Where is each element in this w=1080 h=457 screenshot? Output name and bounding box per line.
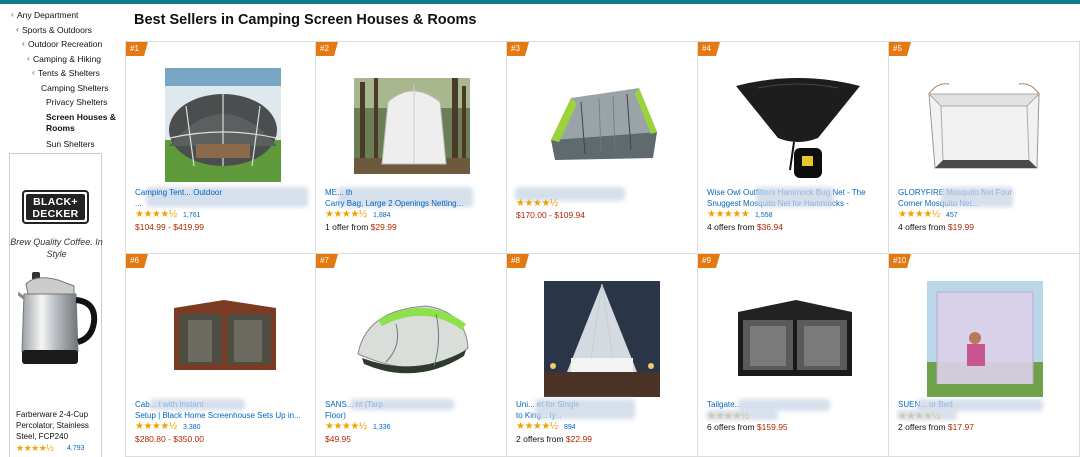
blurred-rating — [706, 410, 778, 420]
product-title[interactable]: ME... th Carry Bag, Large 2 Openings Nett… — [325, 187, 497, 209]
chevron-left-icon: ‹ — [16, 24, 19, 34]
blurred-rating — [897, 410, 957, 420]
product-card[interactable]: #3 ★★★★½ $170.00 - $109.94 — [507, 42, 698, 254]
page-title: Best Sellers in Camping Screen Houses & … — [134, 12, 477, 28]
star-rating: ★★★★½ — [325, 209, 367, 220]
review-count[interactable]: 1,761 — [183, 211, 201, 220]
blurred-title — [535, 399, 635, 419]
product-image[interactable] — [316, 254, 507, 399]
product-title[interactable]: Camping Tent... Outdoor... — [135, 187, 307, 209]
sidebar-item-any-department[interactable]: ‹ Any Department — [0, 8, 120, 23]
review-count[interactable]: 894 — [564, 423, 576, 432]
blurred-title — [350, 399, 454, 410]
product-card[interactable]: #1 Camping Tent... Outdoor... ★★★★½ 1,76… — [125, 42, 316, 254]
sidebar-item-privacy-shelters[interactable]: Privacy Shelters — [0, 95, 120, 110]
chevron-left-icon: ‹ — [27, 53, 30, 63]
product-card[interactable]: #8 Uni... et for Singleto King... ly... … — [507, 254, 698, 457]
chevron-left-icon: ‹ — [11, 10, 14, 19]
product-image[interactable] — [698, 42, 889, 187]
product-card[interactable]: #5 GLORYFIRE Mosquito Net FourCorner Mos… — [889, 42, 1080, 254]
star-rating: ★★★★½ — [898, 209, 940, 220]
product-image[interactable] — [507, 42, 698, 187]
price: $104.99 - $419.99 — [135, 222, 205, 232]
sidebar-item-screen-houses-rooms: Screen Houses & Rooms — [46, 111, 116, 134]
ad-tagline: Brew Quality Coffee. In Style — [10, 237, 103, 259]
top-accent-bar — [0, 0, 1080, 4]
price: $49.95 — [325, 434, 351, 444]
sidebar-item-tents-shelters[interactable]: ‹ Tents & Shelters — [0, 66, 120, 81]
product-image[interactable] — [507, 254, 698, 399]
review-count[interactable]: 1,884 — [373, 211, 391, 220]
product-image[interactable] — [698, 254, 889, 399]
review-count[interactable]: 1,336 — [373, 423, 391, 432]
product-card[interactable]: #9 Tailgate... ★★★★½ 6 offers from $159.… — [698, 254, 889, 457]
product-card[interactable]: #6 Cab... t with InstantSetup | Black Ho… — [125, 254, 316, 457]
black-decker-logo: BLACK+ DECKER — [22, 190, 89, 224]
review-count[interactable]: 1,558 — [755, 211, 773, 220]
star-rating: ★★★★½ — [516, 421, 558, 432]
sidebar-item-outdoor-recreation[interactable]: ‹ Outdoor Recreation — [0, 37, 120, 52]
product-image[interactable] — [889, 254, 1080, 399]
star-rating: ★★★★½ — [135, 209, 177, 220]
star-rating: ★★★★½ — [325, 421, 367, 432]
price: 2 offers from $22.99 — [516, 434, 592, 444]
sidebar-item-camping-hiking[interactable]: ‹ Camping & Hiking — [0, 52, 120, 67]
star-rating: ★★★★½ — [516, 198, 558, 209]
blurred-title — [150, 399, 245, 410]
sponsored-ad[interactable]: BLACK+ DECKER Brew Quality Coffee. In Sty… — [9, 153, 103, 457]
percolator-image — [18, 272, 98, 364]
price: 2 offers from $17.97 — [898, 422, 974, 432]
sidebar-item-sports-outdoors[interactable]: ‹ Sports & Outdoors — [0, 23, 120, 38]
product-image[interactable] — [889, 42, 1080, 187]
price: $170.00 - $109.94 — [516, 210, 586, 220]
review-count[interactable]: 457 — [946, 211, 958, 220]
review-count[interactable]: 4,793 — [67, 445, 85, 452]
product-card[interactable]: #4 Wise Owl Outfitters Hammock Bug Net -… — [698, 42, 889, 254]
price: 1 offer from $29.99 — [325, 222, 397, 232]
sidebar-item-camping-shelters[interactable]: Camping Shelters — [0, 81, 120, 96]
review-count[interactable]: 3,380 — [183, 423, 201, 432]
category-sidebar: ‹ Any Department ‹ Sports & Outdoors ‹ Outd… — [0, 8, 120, 151]
chevron-left-icon: ‹ — [22, 39, 25, 48]
sidebar-item-sun-shelters[interactable]: Sun Shelters — [0, 137, 120, 152]
product-image[interactable] — [316, 42, 507, 187]
price: 6 offers from $159.95 — [707, 422, 788, 432]
chevron-left-icon: ‹ — [32, 68, 35, 77]
blurred-title — [941, 187, 1013, 207]
star-rating: ★★★★½ — [16, 443, 54, 453]
blurred-title — [756, 187, 834, 207]
product-card[interactable]: #2 ME... th Carry Bag, Large 2 Openings N… — [316, 42, 507, 254]
price: 4 offers from $19.99 — [898, 222, 974, 232]
product-card[interactable]: #7 SANS... nt (TarpFloor) ★★★★½ 1,336 $4… — [316, 254, 507, 457]
best-sellers-grid: #1 Camping Tent... Outdoor... ★★★★½ 1,76… — [125, 42, 1080, 457]
product-card[interactable]: #10 SUEN... or Bed ★★★★½ 2 offers from $… — [889, 254, 1080, 457]
star-rating: ★★★★★ — [707, 209, 750, 220]
price: $280.80 - $350.00 — [135, 434, 205, 444]
ad-product-title[interactable]: Farberware 2-4-Cup Percolator, Stainless… — [16, 409, 102, 442]
star-rating: ★★★★½ — [135, 421, 177, 432]
product-image[interactable] — [126, 254, 317, 399]
product-image[interactable] — [126, 42, 317, 187]
price: 4 offers from $36.94 — [707, 222, 783, 232]
